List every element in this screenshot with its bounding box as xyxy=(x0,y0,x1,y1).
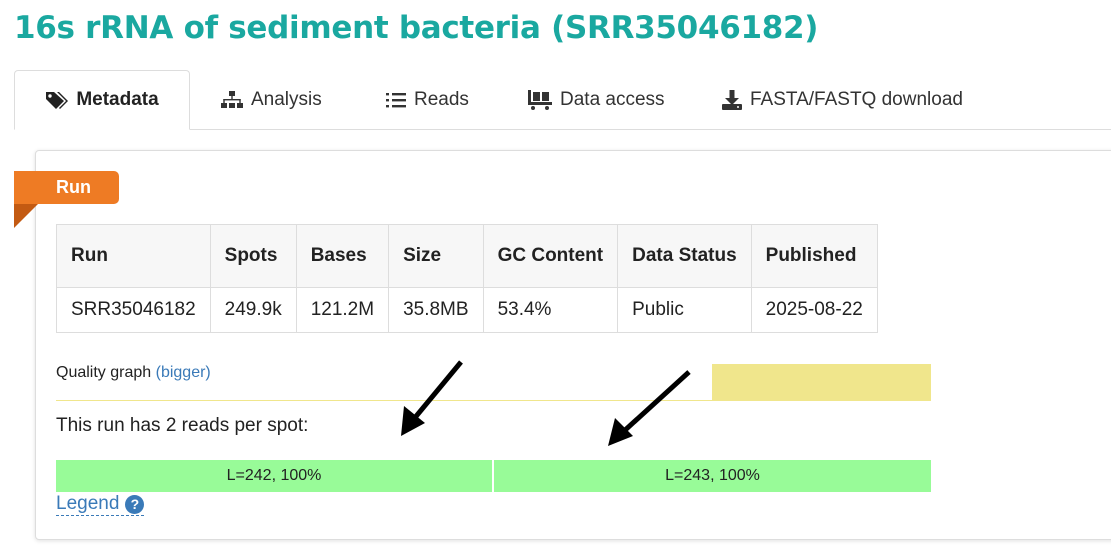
column-header-size: Size xyxy=(388,224,484,288)
arrow-annotation-left xyxy=(401,360,463,436)
tags-icon xyxy=(46,92,69,109)
column-header-bases: Bases xyxy=(295,224,390,288)
tab-label: Reads xyxy=(414,89,469,110)
read-bar-1[interactable]: L=242, 100% xyxy=(56,460,492,492)
tab-data-access[interactable]: Data access xyxy=(527,70,665,130)
legend-link[interactable]: Legend ? xyxy=(56,493,145,516)
quality-graph-bar[interactable] xyxy=(712,364,931,400)
cell-bases: 121.2M xyxy=(295,287,390,333)
table-header-row: Run Spots Bases Size GC Content Data Sta… xyxy=(56,224,878,288)
legend-link-label: Legend xyxy=(56,493,120,514)
run-table: Run Spots Bases Size GC Content Data Sta… xyxy=(56,224,878,333)
read-bar-label: L=243, 100% xyxy=(665,467,760,484)
tab-metadata[interactable]: Metadata xyxy=(14,70,190,130)
column-header-data-status: Data Status xyxy=(617,224,752,288)
list-icon xyxy=(386,93,406,108)
ribbon-fold xyxy=(14,204,38,228)
cell-size: 35.8MB xyxy=(388,287,484,333)
sitemap-icon xyxy=(221,91,243,108)
read-bar-label: L=242, 100% xyxy=(226,467,322,484)
column-header-run: Run xyxy=(56,224,211,288)
read-bar-2[interactable]: L=243, 100% xyxy=(494,460,931,492)
quality-graph-label: Quality graph xyxy=(56,364,152,381)
pallet-icon xyxy=(528,90,552,110)
tab-label: Metadata xyxy=(76,89,159,110)
tab-label: Analysis xyxy=(251,89,322,110)
column-header-spots: Spots xyxy=(209,224,297,288)
cell-gc-content: 53.4% xyxy=(482,287,619,333)
run-section-ribbon: Run xyxy=(14,171,119,204)
quality-graph-bigger-link[interactable]: (bigger) xyxy=(156,364,211,381)
tab-fasta-download[interactable]: FASTA/FASTQ download xyxy=(721,70,963,130)
cell-spots: 249.9k xyxy=(209,287,297,333)
download-icon xyxy=(722,90,742,110)
quality-graph-baseline xyxy=(56,400,931,401)
column-header-gc-content: GC Content xyxy=(482,224,619,288)
tab-label: FASTA/FASTQ download xyxy=(750,89,963,110)
arrow-annotation-right xyxy=(608,370,691,446)
tab-analysis[interactable]: Analysis xyxy=(220,70,322,130)
page-title: 16s rRNA of sediment bacteria (SRR350461… xyxy=(14,10,819,46)
column-header-published: Published xyxy=(750,224,878,288)
reads-per-spot-text: This run has 2 reads per spot: xyxy=(56,415,309,436)
quality-graph-label-row: Quality graph (bigger) xyxy=(56,364,211,382)
tab-label: Data access xyxy=(560,89,665,110)
help-icon[interactable]: ? xyxy=(125,494,145,514)
table-row: SRR35046182 249.9k 121.2M 35.8MB 53.4% P… xyxy=(56,287,878,333)
tab-reads[interactable]: Reads xyxy=(385,70,469,130)
cell-published: 2025-08-22 xyxy=(750,287,878,333)
cell-run: SRR35046182 xyxy=(56,287,211,333)
cell-data-status: Public xyxy=(617,287,752,333)
